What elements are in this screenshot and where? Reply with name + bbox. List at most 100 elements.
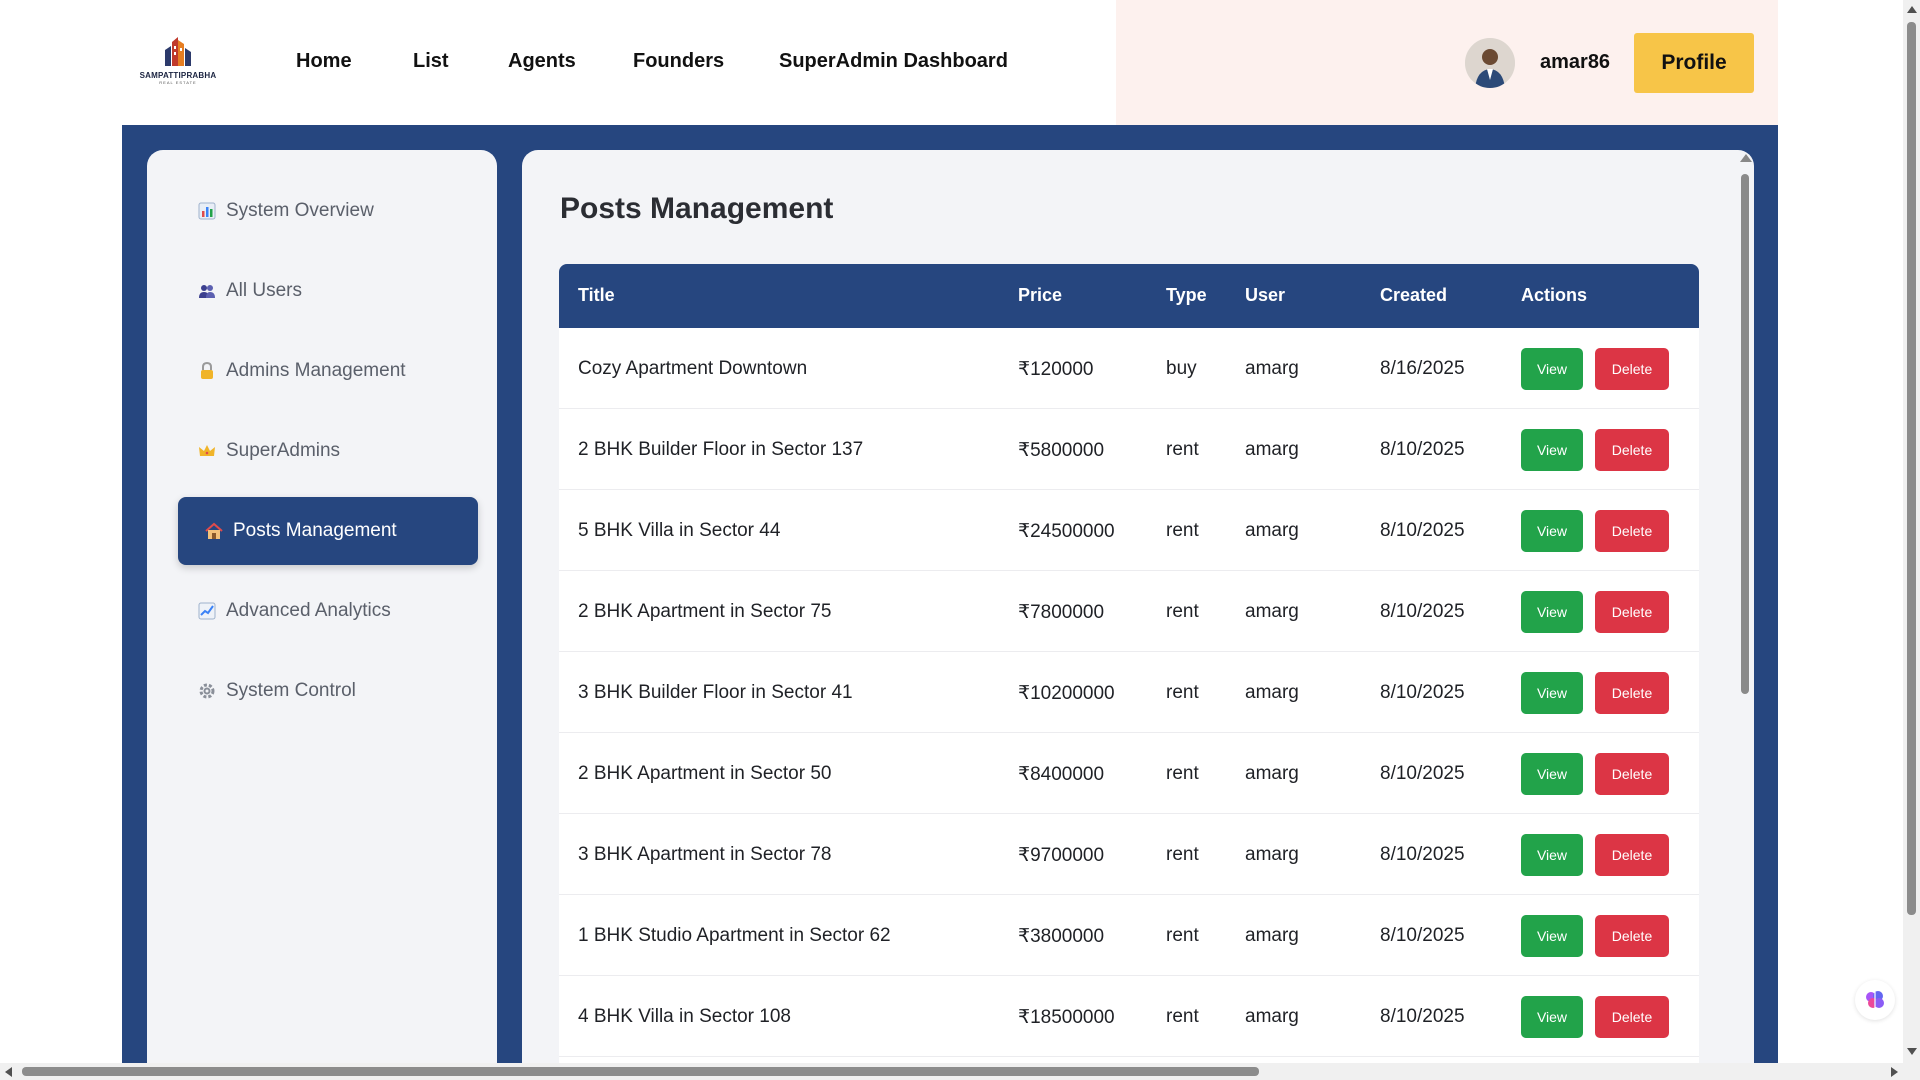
- cell-created: 8/10/2025: [1380, 1006, 1465, 1027]
- avatar[interactable]: [1465, 38, 1515, 88]
- house-icon: [204, 521, 224, 541]
- delete-button[interactable]: Delete: [1595, 348, 1669, 390]
- nav-superadmin-dashboard[interactable]: SuperAdmin Dashboard: [779, 50, 1008, 73]
- sidebar-item-system-control[interactable]: System Control: [179, 657, 479, 725]
- cell-price: ₹7800000: [1018, 602, 1105, 623]
- brand-name: SAMPATTIPRABHA: [139, 71, 217, 80]
- cell-title: 3 BHK Apartment in Sector 78: [578, 844, 832, 865]
- cell-price: ₹8400000: [1018, 764, 1105, 785]
- cell-title: 1 BHK Studio Apartment in Sector 62: [578, 925, 891, 946]
- view-button[interactable]: View: [1521, 348, 1583, 390]
- logo-buildings-icon: [165, 37, 191, 66]
- cell-price: ₹120000: [1018, 359, 1094, 380]
- sidebar-item-system-overview[interactable]: System Overview: [179, 177, 479, 245]
- delete-button[interactable]: Delete: [1595, 996, 1669, 1038]
- cell-created: 8/10/2025: [1380, 601, 1465, 622]
- delete-button[interactable]: Delete: [1595, 672, 1669, 714]
- table-header: Title Price Type User Created Actions: [559, 264, 1699, 328]
- sidebar-item-admins-management[interactable]: Admins Management: [179, 337, 479, 405]
- nav-agents[interactable]: Agents: [508, 50, 576, 73]
- page-title: Posts Management: [560, 192, 834, 225]
- sidebar-item-posts-management[interactable]: Posts Management: [178, 497, 478, 565]
- nav-list[interactable]: List: [413, 50, 449, 73]
- cell-created: 8/16/2025: [1380, 358, 1465, 379]
- delete-button[interactable]: Delete: [1595, 753, 1669, 795]
- main-content: Posts Management Title Price Type User C…: [522, 150, 1754, 1080]
- scroll-up-arrow-icon[interactable]: [1740, 154, 1752, 162]
- sidebar: System Overview All Users Admins Managem…: [147, 150, 497, 1080]
- column-header-price: Price: [1018, 285, 1063, 305]
- scroll-up-arrow-icon[interactable]: [1907, 6, 1917, 13]
- gear-icon: [197, 681, 217, 701]
- assistant-brain-icon[interactable]: [1855, 980, 1895, 1020]
- crown-icon: [197, 441, 217, 461]
- delete-button[interactable]: Delete: [1595, 591, 1669, 633]
- sidebar-item-all-users[interactable]: All Users: [179, 257, 479, 325]
- cell-title: 4 BHK Villa in Sector 108: [578, 1006, 791, 1027]
- delete-button[interactable]: Delete: [1595, 834, 1669, 876]
- cell-created: 8/10/2025: [1380, 520, 1465, 541]
- table-row: 2 BHK Builder Floor in Sector 137 ₹58000…: [559, 409, 1699, 490]
- window-horizontal-scrollbar[interactable]: [0, 1063, 1920, 1080]
- scrollbar-corner: [1903, 1063, 1920, 1080]
- delete-button[interactable]: Delete: [1595, 510, 1669, 552]
- cell-type: buy: [1166, 358, 1197, 379]
- view-button[interactable]: View: [1521, 996, 1583, 1038]
- sidebar-item-advanced-analytics[interactable]: Advanced Analytics: [179, 577, 479, 645]
- brand-logo[interactable]: SAMPATTIPRABHA REAL ESTATE: [138, 36, 218, 88]
- cell-title: 5 BHK Villa in Sector 44: [578, 520, 781, 541]
- cell-user: amarg: [1245, 439, 1299, 460]
- username: amar86: [1540, 51, 1611, 73]
- nav-founders[interactable]: Founders: [633, 50, 724, 73]
- sidebar-item-superadmins[interactable]: SuperAdmins: [179, 417, 479, 485]
- scroll-right-arrow-icon[interactable]: [1891, 1067, 1898, 1077]
- window-vertical-scrollbar-thumb[interactable]: [1907, 22, 1916, 915]
- content-scrollbar[interactable]: [1738, 152, 1752, 1080]
- view-button[interactable]: View: [1521, 510, 1583, 552]
- delete-button[interactable]: Delete: [1595, 915, 1669, 957]
- window-horizontal-scrollbar-thumb[interactable]: [22, 1067, 1259, 1076]
- column-header-user: User: [1245, 285, 1286, 305]
- table-row: Cozy Apartment Downtown ₹120000 buy amar…: [559, 328, 1699, 409]
- view-button[interactable]: View: [1521, 915, 1583, 957]
- nav-home[interactable]: Home: [296, 50, 352, 73]
- view-button[interactable]: View: [1521, 672, 1583, 714]
- bar-chart-icon: [197, 201, 217, 221]
- cell-type: rent: [1166, 763, 1199, 784]
- scroll-left-arrow-icon[interactable]: [5, 1067, 12, 1077]
- cell-user: amarg: [1245, 682, 1299, 703]
- table-row: 2 BHK Apartment in Sector 75 ₹7800000 re…: [559, 571, 1699, 652]
- table-row: 4 BHK Villa in Sector 108 ₹18500000 rent…: [559, 976, 1699, 1057]
- table-row: 5 BHK Villa in Sector 44 ₹24500000 rent …: [559, 490, 1699, 571]
- cell-title: Cozy Apartment Downtown: [578, 358, 808, 379]
- cell-type: rent: [1166, 601, 1199, 622]
- sidebar-item-label: Admins Management: [226, 360, 406, 381]
- window-vertical-scrollbar[interactable]: [1903, 0, 1920, 1063]
- cell-title: 2 BHK Apartment in Sector 50: [578, 763, 832, 784]
- view-button[interactable]: View: [1521, 753, 1583, 795]
- scroll-down-arrow-icon[interactable]: [1907, 1048, 1917, 1055]
- cell-type: rent: [1166, 925, 1199, 946]
- sidebar-item-label: Posts Management: [233, 520, 397, 541]
- cell-type: rent: [1166, 520, 1199, 541]
- content-scrollbar-thumb[interactable]: [1741, 174, 1749, 694]
- view-button[interactable]: View: [1521, 591, 1583, 633]
- table-row: 3 BHK Apartment in Sector 78 ₹9700000 re…: [559, 814, 1699, 895]
- cell-created: 8/10/2025: [1380, 439, 1465, 460]
- sidebar-item-label: Advanced Analytics: [226, 600, 391, 621]
- view-button[interactable]: View: [1521, 429, 1583, 471]
- brand-tagline: REAL ESTATE: [159, 80, 197, 85]
- view-button[interactable]: View: [1521, 834, 1583, 876]
- cell-price: ₹9700000: [1018, 845, 1105, 866]
- sidebar-item-label: System Overview: [226, 200, 374, 221]
- cell-created: 8/10/2025: [1380, 925, 1465, 946]
- cell-price: ₹18500000: [1018, 1007, 1115, 1028]
- column-header-title: Title: [578, 285, 615, 305]
- sidebar-item-label: System Control: [226, 680, 356, 701]
- posts-table: Title Price Type User Created Actions Co…: [559, 264, 1699, 1080]
- sidebar-item-label: SuperAdmins: [226, 440, 341, 461]
- table-row: 2 BHK Apartment in Sector 50 ₹8400000 re…: [559, 733, 1699, 814]
- cell-user: amarg: [1245, 763, 1299, 784]
- profile-button[interactable]: Profile: [1634, 33, 1754, 93]
- delete-button[interactable]: Delete: [1595, 429, 1669, 471]
